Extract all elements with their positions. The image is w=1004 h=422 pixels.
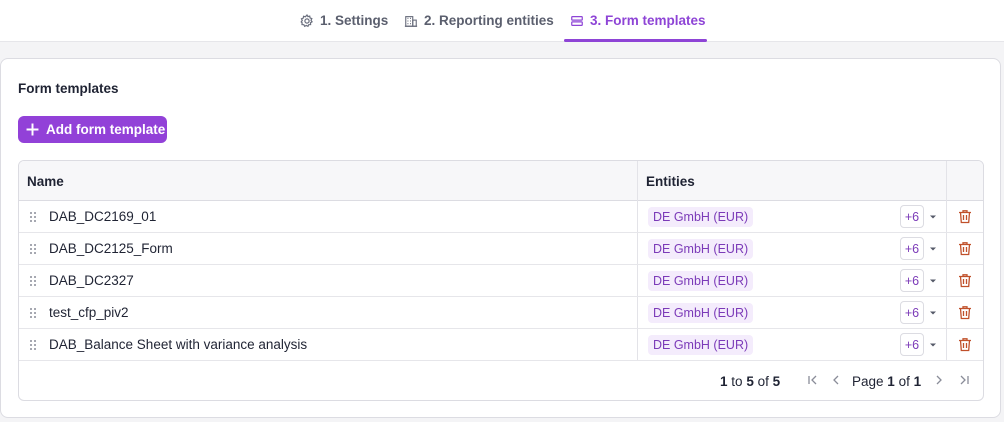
table-row[interactable]: DAB_DC2327 DE GmbH (EUR) +6 — [19, 265, 983, 297]
last-page-icon[interactable] — [958, 374, 970, 386]
trash-icon[interactable] — [958, 273, 972, 288]
trash-icon[interactable] — [958, 305, 972, 320]
table-row[interactable]: DAB_DC2169_01 DE GmbH (EUR) +6 — [19, 201, 983, 233]
tab-reporting-entities-label: 2. Reporting entities — [424, 13, 554, 28]
template-name[interactable]: DAB_DC2169_01 — [49, 209, 156, 224]
wizard-tabs: 1. Settings 2. Reporting entities 3. For… — [0, 0, 1004, 42]
template-name[interactable]: DAB_Balance Sheet with variance analysis — [49, 337, 307, 352]
tab-form-templates[interactable]: 3. Form templates — [564, 0, 707, 42]
column-header-name[interactable]: Name — [27, 174, 64, 189]
page-indicator: Page 1 of 1 — [852, 374, 922, 389]
more-entities-badge[interactable]: +6 — [900, 237, 924, 260]
trash-icon[interactable] — [958, 241, 972, 256]
template-name[interactable]: test_cfp_piv2 — [49, 305, 129, 320]
trash-icon[interactable] — [958, 209, 972, 224]
first-page-icon[interactable] — [807, 374, 819, 386]
form-template-icon — [571, 15, 583, 26]
chevron-down-icon[interactable] — [929, 342, 937, 348]
drag-handle-icon[interactable] — [29, 307, 37, 319]
template-name[interactable]: DAB_DC2327 — [49, 273, 134, 288]
pagination: 1 to 5 of 5 Page 1 of 1 — [19, 361, 983, 400]
add-form-template-label: Add form template — [46, 122, 166, 137]
form-templates-card: Form templates Add form template Name En… — [0, 58, 1001, 418]
column-header-entities[interactable]: Entities — [646, 174, 695, 189]
drag-handle-icon[interactable] — [29, 339, 37, 351]
next-page-icon[interactable] — [933, 374, 945, 386]
tab-settings-label: 1. Settings — [320, 13, 389, 28]
more-entities-badge[interactable]: +6 — [900, 205, 924, 228]
add-form-template-button[interactable]: Add form template — [18, 116, 167, 143]
entity-chip: DE GmbH (EUR) — [648, 335, 754, 355]
table-row[interactable]: test_cfp_piv2 DE GmbH (EUR) +6 — [19, 297, 983, 329]
table-header: Name Entities — [19, 161, 983, 201]
building-icon — [404, 15, 418, 27]
more-entities-badge[interactable]: +6 — [900, 301, 924, 324]
tab-form-templates-label: 3. Form templates — [590, 13, 706, 28]
drag-handle-icon[interactable] — [29, 211, 37, 223]
form-templates-table: Name Entities DAB_DC2169_01 DE GmbH (EUR)… — [18, 160, 984, 401]
row-range: 1 to 5 of 5 — [720, 374, 781, 389]
more-entities-badge[interactable]: +6 — [900, 269, 924, 292]
template-name[interactable]: DAB_DC2125_Form — [49, 241, 173, 256]
drag-handle-icon[interactable] — [29, 275, 37, 287]
tab-settings[interactable]: 1. Settings — [300, 0, 388, 41]
entity-chip: DE GmbH (EUR) — [648, 303, 754, 323]
section-title: Form templates — [18, 81, 119, 96]
chevron-down-icon[interactable] — [929, 246, 937, 252]
table-row[interactable]: DAB_Balance Sheet with variance analysis… — [19, 329, 983, 361]
drag-handle-icon[interactable] — [29, 243, 37, 255]
chevron-down-icon[interactable] — [929, 310, 937, 316]
gear-icon — [300, 13, 313, 27]
plus-icon — [26, 123, 39, 136]
chevron-down-icon[interactable] — [929, 214, 937, 220]
trash-icon[interactable] — [958, 337, 972, 352]
chevron-down-icon[interactable] — [929, 278, 937, 284]
tab-reporting-entities[interactable]: 2. Reporting entities — [404, 0, 554, 41]
table-row[interactable]: DAB_DC2125_Form DE GmbH (EUR) +6 — [19, 233, 983, 265]
more-entities-badge[interactable]: +6 — [900, 333, 924, 356]
previous-page-icon[interactable] — [830, 374, 842, 386]
entity-chip: DE GmbH (EUR) — [648, 239, 754, 259]
entity-chip: DE GmbH (EUR) — [648, 207, 754, 227]
entity-chip: DE GmbH (EUR) — [648, 271, 754, 291]
